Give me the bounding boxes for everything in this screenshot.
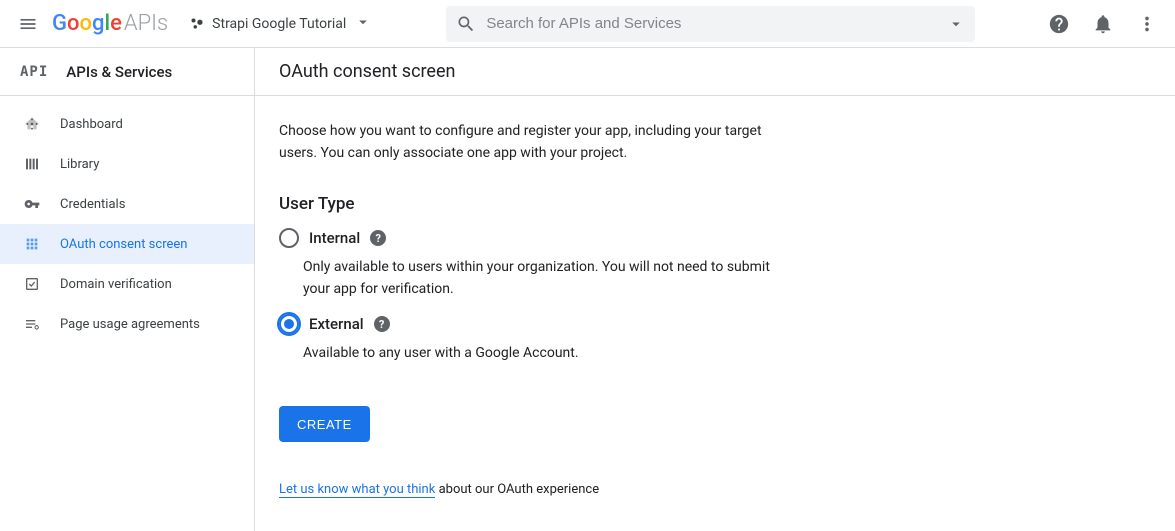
sidebar-item-label: Library [60,157,99,172]
bell-icon [1092,13,1114,35]
create-button[interactable]: CREATE [279,406,370,442]
project-selector[interactable]: Strapi Google Tutorial [182,9,380,39]
sidebar-item-agreements[interactable]: Page usage agreements [0,304,254,344]
more-vert-icon [1136,13,1158,35]
logo[interactable]: Google APIs [52,11,168,36]
google-logo-text: Google APIs [52,11,168,36]
radio-label-external: External [309,315,364,333]
api-badge: API [20,64,48,80]
menu-button[interactable] [8,4,48,44]
option-desc-internal: Only available to users within your orga… [303,256,791,300]
sidebar-item-label: Domain verification [60,277,172,292]
radio-external[interactable] [279,314,299,334]
content-body: Choose how you want to configure and reg… [255,96,815,521]
library-icon [22,156,42,172]
more-button[interactable] [1127,4,1167,44]
sidebar-item-label: Page usage agreements [60,317,200,332]
feedback-link[interactable]: Let us know what you think [279,482,435,498]
hamburger-icon [18,14,38,34]
sidebar: API APIs & Services Dashboard Library [0,48,255,531]
list-gear-icon [22,316,42,332]
sidebar-item-domain[interactable]: Domain verification [0,264,254,304]
content-header: OAuth consent screen [255,48,1175,96]
search-container [446,6,975,42]
page-title: OAuth consent screen [279,61,455,82]
search-input[interactable] [486,15,947,32]
notifications-button[interactable] [1083,4,1123,44]
top-header: Google APIs Strapi Google Tutorial [0,0,1175,48]
search-dropdown-icon[interactable] [947,15,965,33]
help-button[interactable] [1039,4,1079,44]
oauth-icon [22,236,42,252]
help-icon[interactable]: ? [370,230,386,246]
sidebar-item-label: Dashboard [60,117,123,132]
project-icon [190,17,204,31]
sidebar-item-library[interactable]: Library [0,144,254,184]
header-actions [975,4,1167,44]
user-type-heading: User Type [279,194,791,214]
key-icon [22,196,42,212]
radio-option-external: External ? Available to any user with a … [279,314,791,364]
sidebar-nav: Dashboard Library Credentials OAuth cons… [0,96,254,344]
sidebar-header: API APIs & Services [0,48,254,96]
sidebar-title: APIs & Services [66,63,172,81]
sidebar-item-credentials[interactable]: Credentials [0,184,254,224]
search-box[interactable] [446,6,975,42]
sidebar-item-dashboard[interactable]: Dashboard [0,104,254,144]
sidebar-item-label: Credentials [60,197,125,212]
content-area: OAuth consent screen Choose how you want… [255,48,1175,531]
project-name: Strapi Google Tutorial [212,16,346,32]
sidebar-item-oauth[interactable]: OAuth consent screen [0,224,254,264]
checkbox-icon [22,276,42,292]
logo-suffix: APIs [124,11,168,36]
option-desc-external: Available to any user with a Google Acco… [303,342,791,364]
help-icon [1048,13,1070,35]
radio-internal[interactable] [279,228,299,248]
feedback-suffix: about our OAuth experience [435,482,599,497]
search-icon [456,14,476,34]
help-icon[interactable]: ? [374,316,390,332]
dashboard-icon [22,116,42,132]
dropdown-icon [354,13,372,35]
radio-label-internal: Internal [309,229,360,247]
feedback-row: Let us know what you think about our OAu… [279,482,791,497]
sidebar-item-label: OAuth consent screen [60,237,187,252]
intro-text: Choose how you want to configure and reg… [279,120,791,164]
radio-option-internal: Internal ? Only available to users withi… [279,228,791,300]
